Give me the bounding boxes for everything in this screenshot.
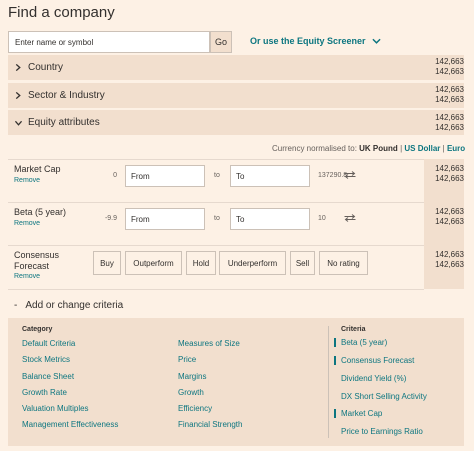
equity-screener-link[interactable]: Or use the Equity Screener [250, 36, 381, 46]
category-link[interactable]: Management Effectiveness [22, 420, 118, 429]
currency-us-dollar[interactable]: US Dollar [404, 144, 440, 153]
no-rating-button[interactable]: No rating [319, 251, 368, 275]
market-cap-remove-link[interactable]: Remove [14, 177, 40, 184]
beta-counts: 142,663 142,663 [424, 207, 464, 227]
divider [8, 159, 424, 160]
swap-arrows-icon[interactable] [344, 214, 356, 222]
currency-separator: | [400, 144, 403, 153]
section-equity-attributes[interactable]: Equity attributes [8, 110, 464, 135]
category-heading: Category [22, 326, 53, 333]
market-cap-to-input[interactable] [230, 165, 310, 187]
criteria-heading: Criteria [341, 326, 366, 333]
consensus-label-line1: Consensus [14, 250, 60, 260]
add-criteria-toggle[interactable]: - Add or change criteria [14, 300, 123, 311]
divider [8, 202, 424, 203]
add-criteria-label: Add or change criteria [25, 300, 124, 311]
swap-arrows-icon[interactable] [344, 171, 356, 179]
criteria-item[interactable]: Market Cap [334, 409, 382, 418]
sell-button[interactable]: Sell [290, 251, 315, 275]
count-value: 142,663 [435, 85, 464, 94]
category-link[interactable]: Balance Sheet [22, 372, 74, 381]
count-value: 142,663 [435, 57, 464, 66]
beta-remove-link[interactable]: Remove [14, 220, 40, 227]
hold-button[interactable]: Hold [186, 251, 216, 275]
currency-uk-pound[interactable]: UK Pound [359, 144, 398, 153]
beta-label: Beta (5 year) [14, 207, 67, 217]
currency-separator: | [442, 144, 445, 153]
beta-to-input[interactable] [230, 208, 310, 230]
count-value: 142,663 [435, 250, 464, 259]
page-title: Find a company [8, 4, 115, 21]
chevron-down-icon [14, 120, 22, 126]
equity-screener-label: Or use the Equity Screener [250, 36, 366, 46]
category-link[interactable]: Financial Strength [178, 420, 242, 429]
divider [8, 245, 424, 246]
beta-min: -9.9 [104, 215, 117, 222]
go-button[interactable]: Go [210, 31, 232, 53]
market-cap-counts: 142,663 142,663 [424, 164, 464, 184]
sector-counts: 142,663 142,663 [424, 85, 464, 105]
beta-max: 10 [318, 215, 326, 222]
count-value: 142,663 [435, 260, 464, 269]
count-value: 142,663 [435, 67, 464, 76]
count-value: 142,663 [435, 207, 464, 216]
criteria-item[interactable]: Consensus Forecast [334, 356, 414, 365]
beta-from-input[interactable] [125, 208, 205, 230]
category-link[interactable]: Measures of Size [178, 339, 240, 348]
consensus-counts: 142,663 142,663 [424, 250, 464, 270]
chevron-down-icon [371, 38, 381, 44]
consensus-label: Consensus Forecast [14, 250, 59, 272]
category-link[interactable]: Stock Metrics [22, 355, 70, 364]
category-link[interactable]: Valuation Multiples [22, 404, 89, 413]
outperform-button[interactable]: Outperform [125, 251, 182, 275]
divider [8, 289, 424, 290]
beta-to-text: to [214, 215, 220, 222]
market-cap-from-input[interactable] [125, 165, 205, 187]
category-link[interactable]: Default Criteria [22, 339, 75, 348]
criteria-item[interactable]: Dividend Yield (%) [334, 374, 406, 383]
criteria-divider [328, 326, 329, 438]
underperform-button[interactable]: Underperform [219, 251, 286, 275]
market-cap-min: 0 [113, 172, 117, 179]
chevron-right-icon [15, 92, 21, 99]
count-value: 142,663 [435, 113, 464, 122]
category-link[interactable]: Growth Rate [22, 388, 67, 397]
currency-selector: Currency normalised to: UK Pound | US Do… [272, 144, 465, 153]
category-link[interactable]: Growth [178, 388, 204, 397]
consensus-remove-link[interactable]: Remove [14, 273, 40, 280]
criteria-item[interactable]: DX Short Selling Activity [334, 392, 427, 401]
count-value: 142,663 [435, 123, 464, 132]
criteria-item[interactable]: Price to Earnings Ratio [334, 427, 423, 436]
currency-prefix: Currency normalised to: [272, 144, 357, 153]
consensus-label-line2: Forecast [14, 261, 50, 271]
section-sector-label: Sector & Industry [28, 90, 105, 101]
search-input[interactable] [8, 31, 210, 53]
section-sector-industry[interactable]: Sector & Industry [8, 83, 464, 108]
buy-button[interactable]: Buy [93, 251, 121, 275]
currency-euro[interactable]: Euro [447, 144, 465, 153]
section-country[interactable]: Country [8, 55, 464, 80]
section-equity-label: Equity attributes [28, 117, 100, 128]
count-value: 142,663 [435, 95, 464, 104]
category-link[interactable]: Margins [178, 372, 206, 381]
count-value: 142,663 [435, 217, 464, 226]
criteria-item[interactable]: Beta (5 year) [334, 338, 387, 347]
category-link[interactable]: Efficiency [178, 404, 212, 413]
country-counts: 142,663 142,663 [424, 57, 464, 77]
category-link[interactable]: Price [178, 355, 196, 364]
chevron-right-icon [15, 64, 21, 71]
equity-counts: 142,663 142,663 [424, 113, 464, 133]
section-country-label: Country [28, 62, 64, 73]
market-cap-label: Market Cap [14, 164, 61, 174]
market-cap-to-text: to [214, 172, 220, 179]
minus-icon: - [14, 300, 18, 311]
count-value: 142,663 [435, 174, 464, 183]
count-value: 142,663 [435, 164, 464, 173]
